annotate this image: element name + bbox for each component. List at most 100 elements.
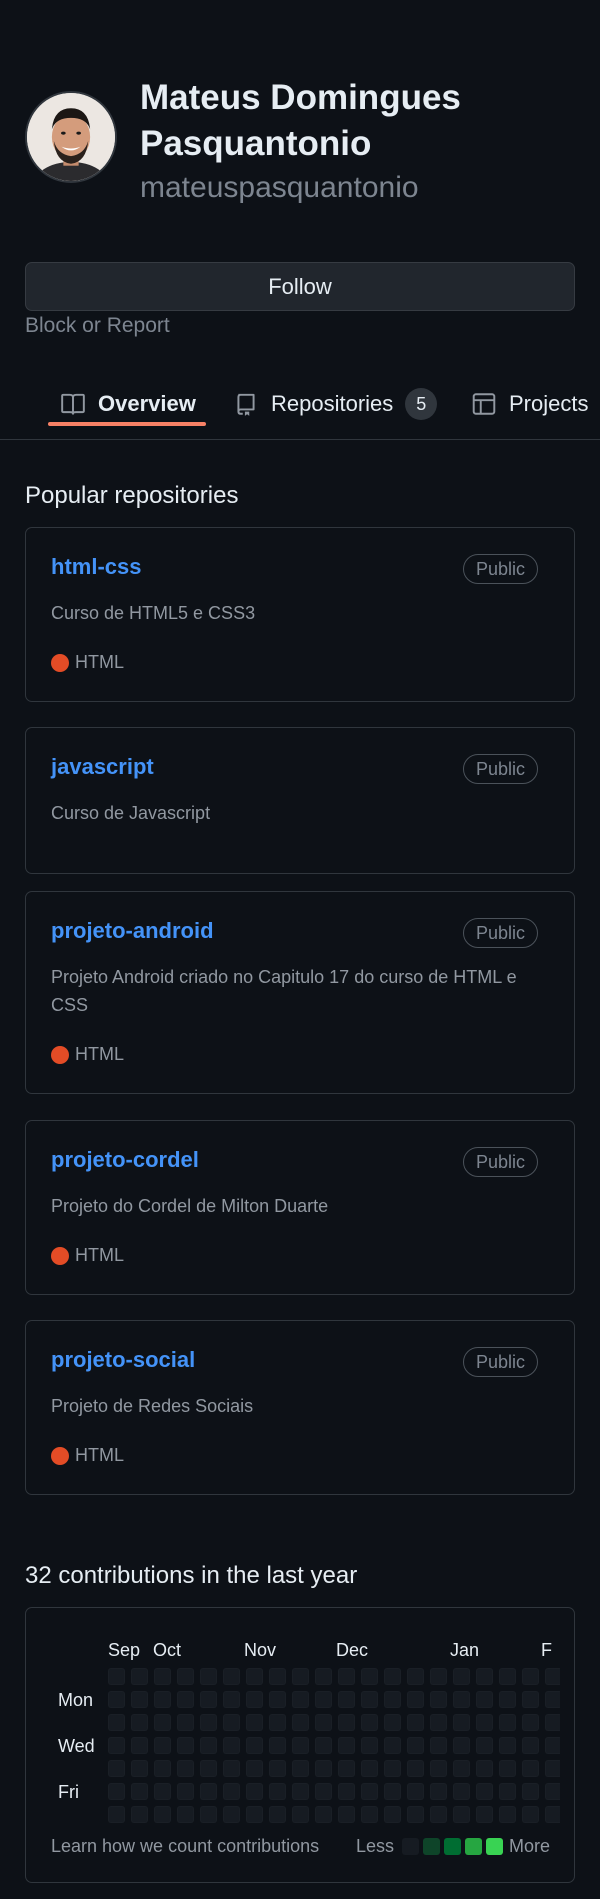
contribution-cell[interactable] [200, 1783, 217, 1800]
tab-repositories[interactable]: Repositories 5 [233, 368, 438, 439]
contribution-cell[interactable] [177, 1691, 194, 1708]
contribution-cell[interactable] [269, 1668, 286, 1685]
contribution-cell[interactable] [177, 1714, 194, 1731]
contribution-cell[interactable] [292, 1783, 309, 1800]
contribution-cell[interactable] [154, 1691, 171, 1708]
contribution-cell[interactable] [223, 1668, 240, 1685]
contribution-cell[interactable] [407, 1806, 424, 1823]
contribution-cell[interactable] [246, 1691, 263, 1708]
contribution-cell[interactable] [522, 1714, 539, 1731]
contribution-cell[interactable] [200, 1737, 217, 1754]
contribution-cell[interactable] [361, 1806, 378, 1823]
contribution-cell[interactable] [407, 1737, 424, 1754]
contribution-cell[interactable] [545, 1691, 560, 1708]
contribution-cell[interactable] [131, 1783, 148, 1800]
contribution-cell[interactable] [246, 1668, 263, 1685]
contribution-cell[interactable] [384, 1760, 401, 1777]
follow-button[interactable]: Follow [25, 262, 575, 311]
contribution-cell[interactable] [338, 1691, 355, 1708]
contribution-cell[interactable] [338, 1668, 355, 1685]
contribution-cell[interactable] [361, 1668, 378, 1685]
contribution-cell[interactable] [292, 1691, 309, 1708]
repo-link[interactable]: projeto-android [51, 918, 214, 944]
contribution-cell[interactable] [384, 1668, 401, 1685]
contribution-cell[interactable] [499, 1783, 516, 1800]
contribution-cell[interactable] [499, 1737, 516, 1754]
contribution-cell[interactable] [200, 1668, 217, 1685]
contribution-cell[interactable] [246, 1783, 263, 1800]
contribution-cell[interactable] [545, 1783, 560, 1800]
contribution-cell[interactable] [200, 1806, 217, 1823]
contribution-cell[interactable] [476, 1760, 493, 1777]
contribution-cell[interactable] [292, 1714, 309, 1731]
contribution-cell[interactable] [407, 1668, 424, 1685]
contribution-cell[interactable] [131, 1737, 148, 1754]
contribution-cell[interactable] [223, 1737, 240, 1754]
contribution-cell[interactable] [384, 1806, 401, 1823]
contribution-cell[interactable] [131, 1714, 148, 1731]
contribution-cell[interactable] [246, 1806, 263, 1823]
contribution-cell[interactable] [407, 1783, 424, 1800]
contribution-cell[interactable] [430, 1760, 447, 1777]
contribution-cell[interactable] [154, 1783, 171, 1800]
repo-link[interactable]: html-css [51, 554, 141, 580]
contribution-cell[interactable] [315, 1806, 332, 1823]
contribution-cell[interactable] [338, 1760, 355, 1777]
contribution-cell[interactable] [361, 1714, 378, 1731]
contribution-cell[interactable] [269, 1806, 286, 1823]
contribution-cell[interactable] [407, 1714, 424, 1731]
contribution-cell[interactable] [453, 1714, 470, 1731]
contribution-cell[interactable] [545, 1760, 560, 1777]
contribution-cell[interactable] [476, 1783, 493, 1800]
contribution-cell[interactable] [453, 1806, 470, 1823]
contribution-cell[interactable] [292, 1668, 309, 1685]
contribution-cell[interactable] [131, 1691, 148, 1708]
contribution-cell[interactable] [292, 1806, 309, 1823]
contribution-cell[interactable] [269, 1691, 286, 1708]
contribution-cell[interactable] [499, 1760, 516, 1777]
contribution-cell[interactable] [108, 1737, 125, 1754]
contribution-cell[interactable] [338, 1714, 355, 1731]
contribution-cell[interactable] [476, 1691, 493, 1708]
contribution-cell[interactable] [545, 1668, 560, 1685]
contribution-cell[interactable] [177, 1760, 194, 1777]
contribution-cell[interactable] [499, 1714, 516, 1731]
contribution-cell[interactable] [246, 1714, 263, 1731]
contribution-cell[interactable] [522, 1668, 539, 1685]
contribution-cell[interactable] [108, 1760, 125, 1777]
contribution-cell[interactable] [315, 1691, 332, 1708]
contribution-cell[interactable] [522, 1806, 539, 1823]
contribution-cell[interactable] [246, 1760, 263, 1777]
contribution-cell[interactable] [522, 1691, 539, 1708]
contribution-cell[interactable] [108, 1691, 125, 1708]
contribution-cell[interactable] [108, 1806, 125, 1823]
contribution-cell[interactable] [338, 1737, 355, 1754]
contribution-cell[interactable] [315, 1783, 332, 1800]
avatar[interactable] [25, 91, 117, 183]
contribution-cell[interactable] [108, 1714, 125, 1731]
contribution-cell[interactable] [177, 1783, 194, 1800]
contribution-cell[interactable] [200, 1714, 217, 1731]
contribution-cell[interactable] [453, 1737, 470, 1754]
contribution-cell[interactable] [361, 1783, 378, 1800]
contribution-cell[interactable] [108, 1668, 125, 1685]
contribution-cell[interactable] [499, 1668, 516, 1685]
contribution-cell[interactable] [131, 1668, 148, 1685]
contribution-cell[interactable] [384, 1714, 401, 1731]
contribution-cell[interactable] [315, 1668, 332, 1685]
contribution-cell[interactable] [177, 1668, 194, 1685]
contribution-cell[interactable] [407, 1691, 424, 1708]
contribution-cell[interactable] [453, 1760, 470, 1777]
contribution-cell[interactable] [315, 1760, 332, 1777]
contribution-cell[interactable] [430, 1737, 447, 1754]
repo-link[interactable]: projeto-social [51, 1347, 195, 1373]
contribution-cell[interactable] [108, 1783, 125, 1800]
contribution-cell[interactable] [499, 1806, 516, 1823]
contribution-cell[interactable] [384, 1691, 401, 1708]
contribution-cell[interactable] [315, 1737, 332, 1754]
contribution-cell[interactable] [269, 1783, 286, 1800]
tab-projects[interactable]: Projects [471, 368, 588, 439]
contribution-cell[interactable] [522, 1737, 539, 1754]
contribution-cell[interactable] [177, 1737, 194, 1754]
contribution-cell[interactable] [223, 1714, 240, 1731]
